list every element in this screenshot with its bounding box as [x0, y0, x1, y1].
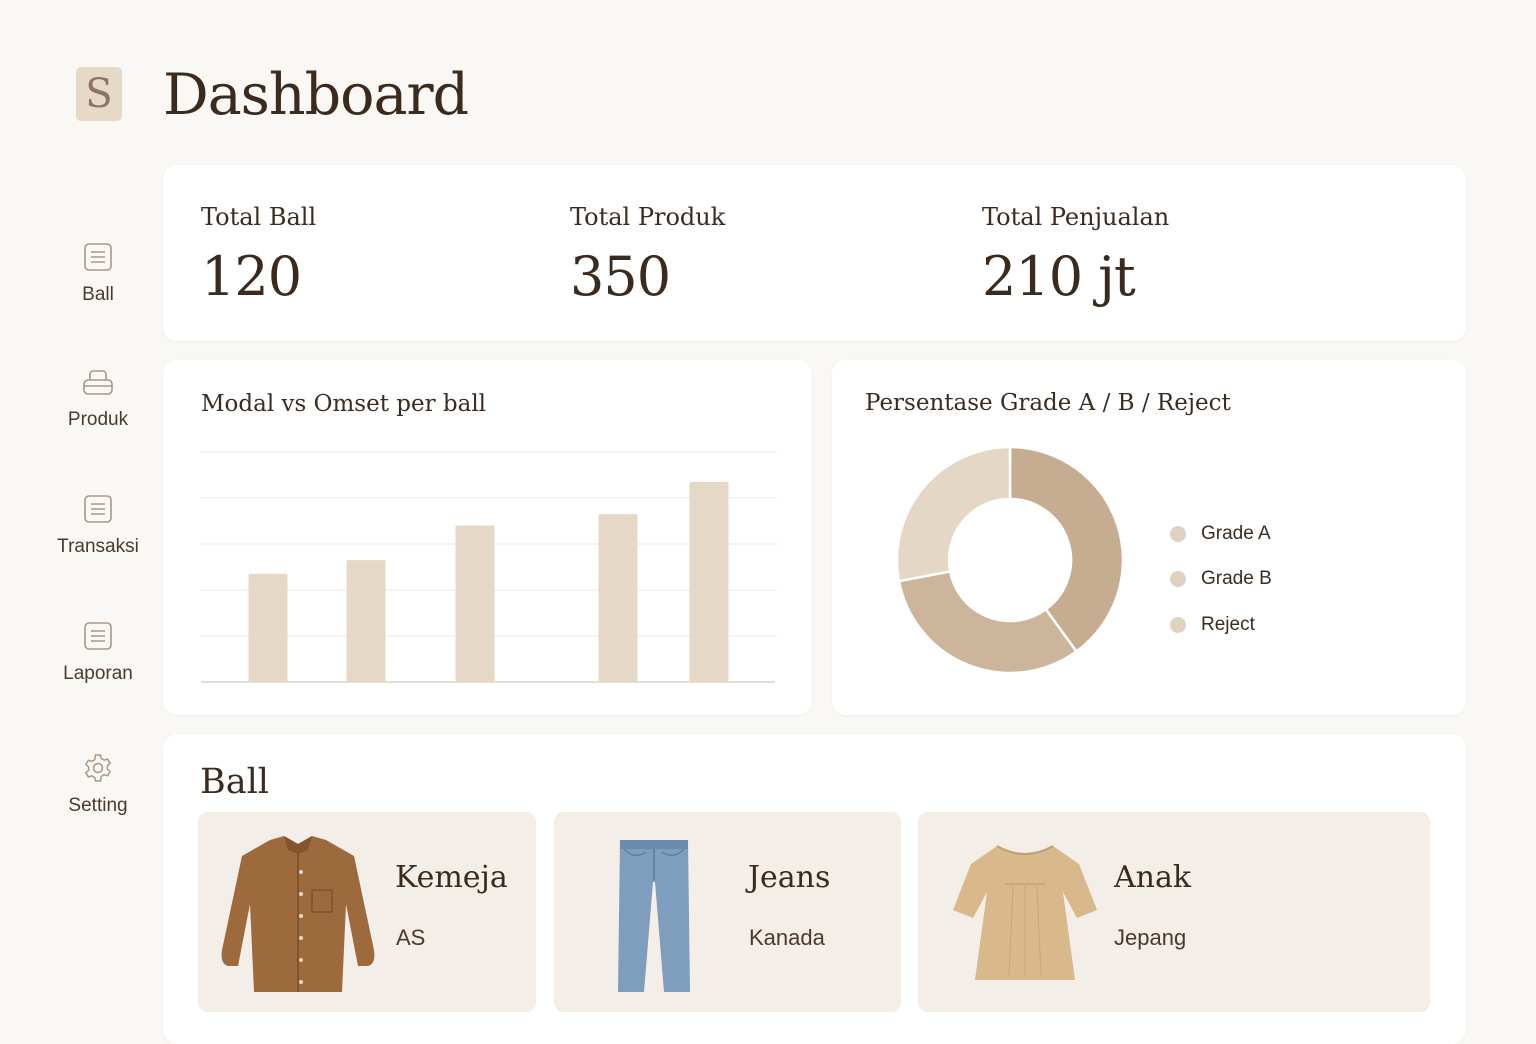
sidebar-item-label: Setting	[68, 795, 128, 816]
legend-dot	[1170, 571, 1186, 587]
donut-chart	[895, 445, 1125, 675]
ball-origin: Jepang	[1114, 925, 1187, 950]
legend-item-grade-b: Grade B	[1170, 568, 1272, 590]
stat-label: Total Penjualan	[982, 203, 1170, 231]
donut-chart-card: Persentase Grade A / B / Reject Grade A …	[832, 360, 1466, 715]
bar	[598, 514, 638, 682]
ball-origin: Kanada	[749, 925, 825, 950]
stat-label: Total Ball	[201, 203, 317, 231]
donut-slice	[897, 569, 1079, 675]
sidebar-item-ball[interactable]: Ball	[36, 240, 160, 330]
kids-dress-icon	[951, 840, 1099, 989]
bar	[248, 573, 288, 682]
stats-card: Total Ball 120 Total Produk 350 Total Pe…	[163, 165, 1466, 341]
sidebar-item-transaksi[interactable]: Transaksi	[36, 492, 160, 582]
legend-item-grade-a: Grade A	[1170, 523, 1271, 545]
legend-dot	[1170, 526, 1186, 542]
sidebar-item-setting[interactable]: Setting	[36, 751, 160, 841]
ball-origin: AS	[396, 925, 426, 950]
ball-section: Ball Kemeja AS Jeans Kanada Anak Jepang	[163, 734, 1466, 1044]
section-title: Ball	[200, 762, 269, 802]
bar	[689, 481, 729, 682]
logo-letter: S	[85, 71, 113, 117]
stat-value: 120	[201, 245, 302, 308]
document-icon	[81, 240, 115, 274]
legend-label: Grade B	[1201, 568, 1272, 589]
document-icon	[81, 619, 115, 653]
bar-chart-card: Modal vs Omset per ball	[163, 360, 812, 715]
app-logo[interactable]: S	[76, 67, 122, 121]
ball-card-jeans[interactable]: Jeans Kanada	[554, 812, 901, 1012]
gear-icon	[81, 751, 115, 785]
sidebar-item-label: Transaksi	[57, 536, 139, 557]
legend-label: Reject	[1201, 614, 1255, 635]
bar-chart	[201, 451, 777, 683]
stat-total-ball: Total Ball 120	[201, 203, 316, 308]
bar	[455, 525, 495, 682]
bar	[346, 560, 386, 682]
sidebar-item-laporan[interactable]: Laporan	[36, 619, 160, 709]
sidebar-item-label: Produk	[67, 409, 129, 430]
stat-label: Total Produk	[570, 203, 726, 231]
stat-value: 350	[570, 245, 671, 308]
jeans-icon	[612, 836, 696, 1001]
ball-name: Kemeja	[395, 860, 508, 895]
ball-name: Jeans	[748, 860, 831, 895]
sidebar-item-label: Laporan	[63, 663, 133, 684]
shirt-icon	[212, 832, 384, 1005]
ball-card-kemeja[interactable]: Kemeja AS	[198, 812, 536, 1012]
sidebar-item-label: Ball	[82, 284, 114, 305]
legend-dot	[1170, 617, 1186, 633]
document-icon	[81, 492, 115, 526]
stat-total-produk: Total Produk 350	[570, 203, 725, 308]
sidebar-item-produk[interactable]: Produk	[36, 365, 160, 455]
donut-slice	[895, 445, 1012, 583]
page-title: Dashboard	[163, 62, 469, 128]
printer-icon	[81, 365, 115, 399]
ball-card-anak[interactable]: Anak Jepang	[918, 812, 1430, 1012]
legend-label: Grade A	[1201, 523, 1271, 544]
ball-name: Anak	[1114, 860, 1192, 895]
stat-value: 210 jt	[982, 245, 1136, 308]
legend-item-reject: Reject	[1170, 614, 1255, 636]
stat-total-penjualan: Total Penjualan 210 jt	[982, 203, 1169, 308]
